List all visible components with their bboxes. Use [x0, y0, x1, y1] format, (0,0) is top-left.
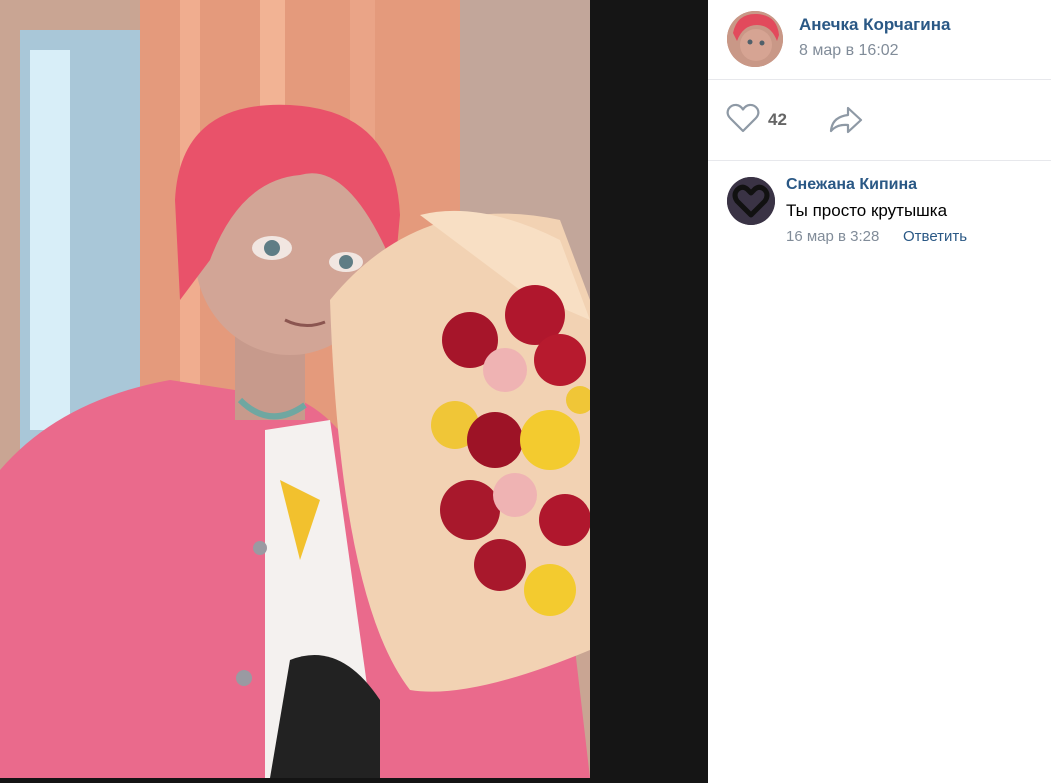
post-sidebar: Анечка Корчагина 8 мар в 16:02 42 Снежан…: [708, 0, 1051, 783]
like-button[interactable]: 42: [726, 103, 787, 138]
author-avatar[interactable]: [727, 11, 783, 67]
commenter-avatar[interactable]: [727, 177, 775, 225]
post-author-name[interactable]: Анечка Корчагина: [799, 15, 950, 35]
viewer-background: [590, 0, 708, 783]
share-button[interactable]: [828, 105, 864, 137]
comment-item: Снежана Кипина Ты просто крутышка 16 мар…: [708, 161, 1051, 261]
photo-viewer: [0, 0, 708, 783]
comment-date[interactable]: 16 мар в 3:28: [786, 228, 879, 245]
post-date[interactable]: 8 мар в 16:02: [799, 42, 899, 60]
photo-illustration: [0, 0, 590, 778]
heart-icon: [726, 103, 760, 138]
comment-text: Ты просто крутышка: [786, 201, 948, 220]
commenter-avatar-image: [727, 177, 775, 225]
share-arrow-icon: [828, 106, 864, 139]
author-avatar-image: [727, 11, 783, 67]
post-actions: 42: [708, 80, 1051, 161]
reply-button[interactable]: Ответить: [903, 228, 967, 245]
comment-author-name[interactable]: Снежана Кипина: [786, 176, 917, 194]
post-header: Анечка Корчагина 8 мар в 16:02: [708, 0, 1051, 80]
like-count: 42: [768, 110, 787, 129]
post-photo[interactable]: [0, 0, 590, 778]
